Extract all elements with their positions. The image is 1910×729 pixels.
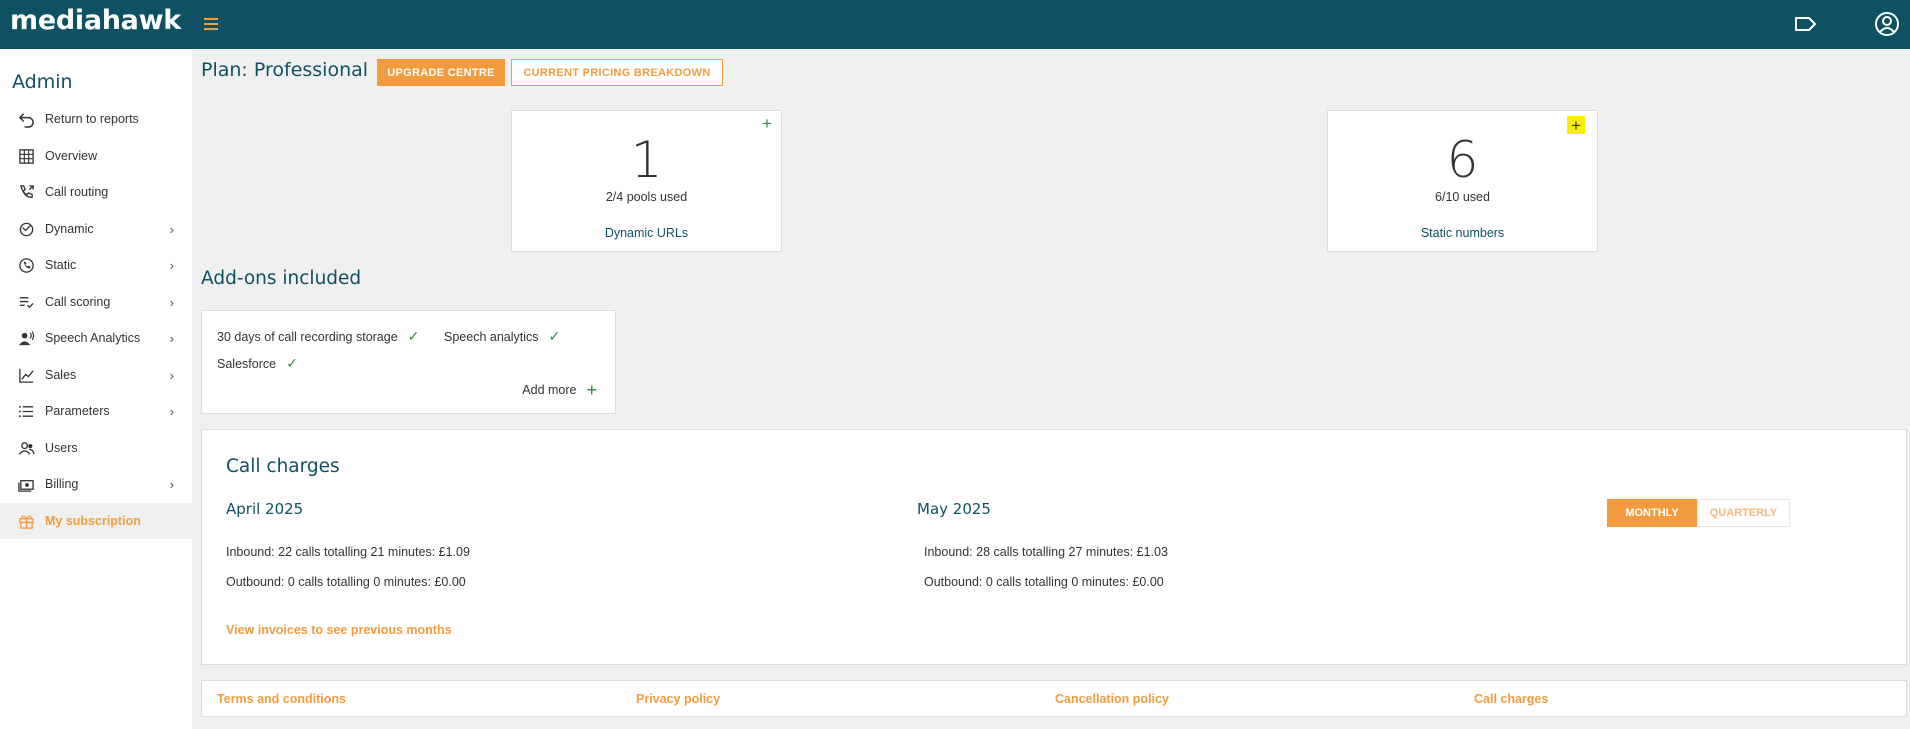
sidebar-item-label: Dynamic: [45, 222, 94, 236]
top-bar: mediahawk: [0, 0, 1910, 49]
stat-number: 1: [630, 131, 663, 189]
sidebar-item-billing[interactable]: Billing ›: [0, 466, 192, 502]
sidebar-item-label: Static: [45, 258, 77, 272]
addon-item: Salesforce ✓: [217, 355, 298, 372]
sidebar-item-sales[interactable]: Sales ›: [0, 357, 192, 393]
add-more-button[interactable]: Add more +: [522, 381, 597, 399]
call-charges-link[interactable]: Call charges: [1474, 692, 1548, 706]
dynamic-icon: [17, 220, 35, 238]
terms-link[interactable]: Terms and conditions: [217, 692, 346, 706]
list-check-icon: [17, 293, 35, 311]
check-icon: ✓: [286, 355, 298, 371]
sidebar-item-label: Billing: [45, 477, 79, 491]
pricing-breakdown-button[interactable]: CURRENT PRICING BREAKDOWN: [511, 59, 723, 86]
page-title: Plan: Professional: [201, 59, 369, 81]
quarterly-toggle[interactable]: QUARTERLY: [1697, 499, 1790, 527]
addons-title: Add-ons included: [201, 268, 362, 289]
plus-icon: +: [586, 380, 597, 400]
list-icon: [17, 402, 35, 420]
sidebar-item-my-subscription[interactable]: My subscription: [0, 503, 192, 539]
grid-icon: [17, 147, 35, 165]
stat-usage: 6/10 used: [1435, 190, 1490, 204]
stat-usage: 2/4 pools used: [605, 190, 688, 204]
month-title: April 2025: [226, 500, 304, 518]
add-icon[interactable]: +: [759, 115, 775, 132]
inbound-charges: Inbound: 28 calls totalling 27 minutes: …: [924, 545, 1168, 559]
outbound-charges: Outbound: 0 calls totalling 0 minutes: £…: [226, 575, 466, 589]
sidebar-item-dynamic[interactable]: Dynamic ›: [0, 211, 192, 247]
chevron-right-icon: ›: [169, 295, 174, 310]
sidebar-item-label: Call routing: [45, 185, 109, 199]
sidebar: Admin Return to reports Overview Call ro…: [0, 49, 192, 729]
sidebar-item-overview[interactable]: Overview: [0, 138, 192, 174]
user-account-icon[interactable]: [1872, 9, 1902, 39]
phone-icon: [17, 256, 35, 274]
sidebar-item-return-to-reports[interactable]: Return to reports: [0, 101, 192, 137]
menu-icon[interactable]: [204, 15, 222, 31]
addon-item: 30 days of call recording storage ✓: [217, 328, 419, 345]
sidebar-item-label: Sales: [45, 368, 77, 382]
sidebar-item-call-scoring[interactable]: Call scoring ›: [0, 284, 192, 320]
sidebar-item-call-routing[interactable]: Call routing: [0, 174, 192, 210]
sidebar-title: Admin: [12, 71, 73, 93]
upgrade-centre-button[interactable]: UPGRADE CENTRE: [377, 59, 505, 86]
speaker-icon: [17, 329, 35, 347]
chevron-right-icon: ›: [169, 404, 174, 419]
footer: Terms and conditions Privacy policy Canc…: [201, 680, 1907, 717]
dynamic-urls-card: + 1 2/4 pools used Dynamic URLs: [511, 110, 782, 252]
call-charges-panel: Call charges April 2025 Inbound: 22 call…: [201, 429, 1907, 665]
sidebar-item-label: Overview: [45, 149, 98, 163]
add-more-label: Add more: [522, 383, 577, 397]
view-invoices-link[interactable]: View invoices to see previous months: [226, 623, 452, 637]
sidebar-item-parameters[interactable]: Parameters ›: [0, 393, 192, 429]
inbound-charges: Inbound: 22 calls totalling 21 minutes: …: [226, 545, 470, 559]
logo[interactable]: mediahawk: [10, 5, 181, 36]
outbound-charges: Outbound: 0 calls totalling 0 minutes: £…: [924, 575, 1164, 589]
line-chart-icon: [17, 366, 35, 384]
static-numbers-link[interactable]: Static numbers: [1328, 226, 1597, 240]
sidebar-item-label: My subscription: [45, 514, 141, 528]
monthly-toggle[interactable]: MONTHLY: [1607, 499, 1697, 527]
gift-icon: [17, 512, 35, 530]
phone-forward-icon: [17, 183, 35, 201]
sidebar-item-label: Call scoring: [45, 295, 111, 309]
call-charges-title: Call charges: [226, 456, 340, 477]
chevron-right-icon: ›: [169, 222, 174, 237]
addon-item: Speech analytics ✓: [444, 328, 560, 345]
addon-label: Salesforce: [217, 356, 277, 371]
privacy-policy-link[interactable]: Privacy policy: [636, 692, 720, 706]
addons-panel: 30 days of call recording storage ✓ Spee…: [201, 310, 616, 414]
return-icon: [17, 110, 35, 128]
users-icon: [17, 439, 35, 457]
check-icon: ✓: [407, 328, 420, 344]
chevron-right-icon: ›: [169, 477, 174, 492]
sidebar-item-users[interactable]: Users: [0, 430, 192, 466]
sidebar-item-label: Users: [45, 441, 78, 455]
sidebar-item-label: Parameters: [45, 404, 110, 418]
static-numbers-card: + 6 6/10 used Static numbers: [1327, 110, 1598, 252]
chevron-right-icon: ›: [169, 368, 174, 383]
sidebar-item-static[interactable]: Static ›: [0, 247, 192, 283]
cancellation-policy-link[interactable]: Cancellation policy: [1055, 692, 1169, 706]
billing-icon: [17, 475, 35, 493]
month-title: May 2025: [917, 500, 991, 518]
sidebar-item-speech-analytics[interactable]: Speech Analytics ›: [0, 320, 192, 356]
addon-label: 30 days of call recording storage: [217, 329, 398, 344]
chevron-right-icon: ›: [169, 258, 174, 273]
tag-icon[interactable]: [1790, 9, 1820, 39]
check-icon: ✓: [548, 328, 561, 344]
dynamic-urls-link[interactable]: Dynamic URLs: [512, 226, 781, 240]
chevron-right-icon: ›: [169, 331, 174, 346]
stat-number: 6: [1446, 131, 1479, 189]
sidebar-item-label: Speech Analytics: [45, 331, 141, 345]
sidebar-item-label: Return to reports: [45, 112, 139, 126]
addon-label: Speech analytics: [444, 329, 539, 344]
